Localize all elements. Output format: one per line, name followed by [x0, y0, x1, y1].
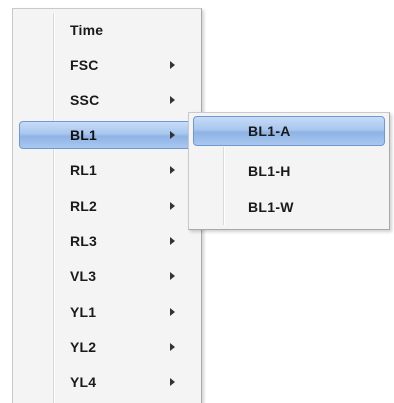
- menu-item-label: RL2: [70, 198, 98, 214]
- menu-item-label: BL1: [70, 127, 98, 143]
- submenu-arrow-icon: [170, 237, 175, 245]
- screen: Time FSC SSC BL1 RL1 RL2 RL3 VL3 YL1 YL2…: [0, 0, 394, 403]
- submenu-arrow-icon: [170, 61, 175, 69]
- submenu-item-bl1-h[interactable]: BL1-H: [193, 156, 385, 186]
- submenu-arrow-icon: [170, 378, 175, 386]
- menu-item-yl2[interactable]: YL2: [19, 333, 195, 361]
- submenu-arrow-icon: [170, 343, 175, 351]
- menu-item-rl1[interactable]: RL1: [19, 156, 195, 184]
- menu-item-label: YL2: [70, 339, 97, 355]
- menu-item-label: YL1: [70, 304, 97, 320]
- menu-item-yl4[interactable]: YL4: [19, 368, 195, 396]
- submenu-item-bl1-a[interactable]: BL1-A: [193, 116, 385, 146]
- menu-item-rl2[interactable]: RL2: [19, 192, 195, 220]
- menu-item-yl1[interactable]: YL1: [19, 298, 195, 326]
- channel-context-menu: Time FSC SSC BL1 RL1 RL2 RL3 VL3 YL1 YL2…: [12, 8, 202, 403]
- menu-item-fsc[interactable]: FSC: [19, 51, 195, 79]
- submenu-item-label: BL1-H: [248, 163, 291, 179]
- submenu-item-label: BL1-A: [248, 123, 291, 139]
- menu-item-label: VL3: [70, 268, 97, 284]
- menu-item-label: SSC: [70, 92, 100, 108]
- bl1-submenu: BL1-A BL1-H BL1-W: [188, 112, 390, 230]
- submenu-arrow-icon: [170, 202, 175, 210]
- submenu-arrow-icon: [170, 96, 175, 104]
- submenu-item-label: BL1-W: [248, 199, 294, 215]
- submenu-arrow-icon: [170, 166, 175, 174]
- submenu-item-bl1-w[interactable]: BL1-W: [193, 192, 385, 222]
- submenu-arrow-icon: [170, 272, 175, 280]
- menu-item-label: RL1: [70, 162, 98, 178]
- menu-item-label: FSC: [70, 57, 99, 73]
- menu-item-label: RL3: [70, 233, 98, 249]
- menu-item-ssc[interactable]: SSC: [19, 86, 195, 114]
- menu-item-rl3[interactable]: RL3: [19, 227, 195, 255]
- menu-item-bl1[interactable]: BL1: [19, 121, 195, 149]
- menu-item-time[interactable]: Time: [19, 16, 195, 44]
- submenu-arrow-icon: [170, 308, 175, 316]
- submenu-arrow-icon: [170, 131, 175, 139]
- menu-item-vl3[interactable]: VL3: [19, 262, 195, 290]
- menu-item-label: Time: [70, 22, 104, 38]
- menu-item-label: YL4: [70, 374, 97, 390]
